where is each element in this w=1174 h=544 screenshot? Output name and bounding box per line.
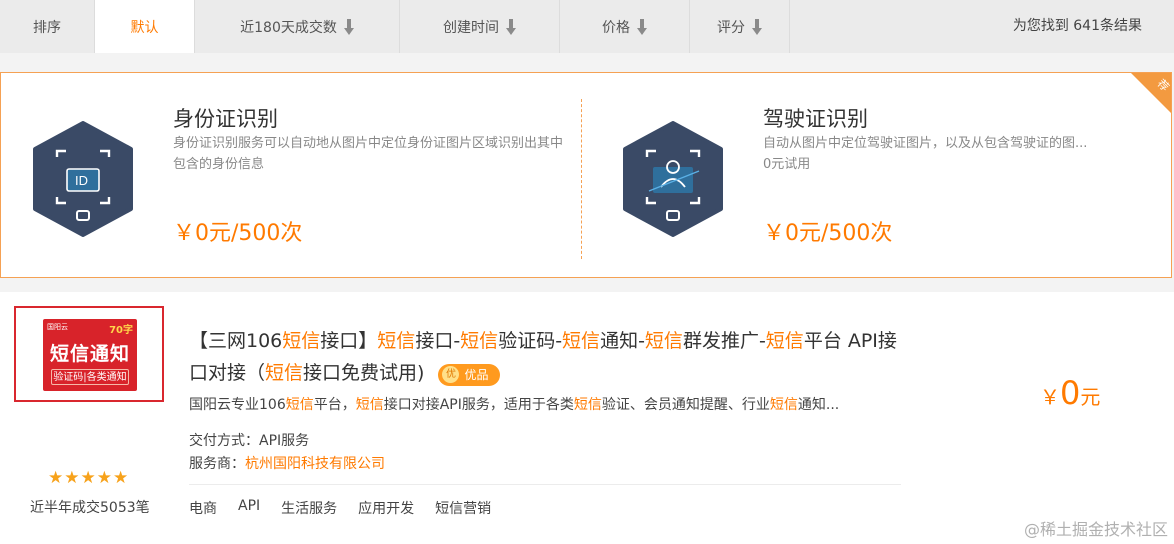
- desc-text: 验证、会员通知提醒、行业: [601, 397, 770, 413]
- title-text: 接口免费试用): [303, 362, 425, 384]
- sort-by-price[interactable]: 价格: [560, 0, 690, 53]
- title-text: 通知-: [600, 330, 645, 352]
- desc-text: 平台，: [313, 397, 356, 413]
- title-keyword: 短信: [562, 330, 601, 352]
- watermark: @稀土掘金技术社区: [1023, 520, 1168, 539]
- sort-by-sales-label: 近180天成交数: [240, 19, 337, 36]
- sort-default-label: 默认: [130, 19, 159, 36]
- tag-item[interactable]: 生活服务: [281, 498, 337, 518]
- desc-keyword: 短信: [573, 397, 602, 413]
- recommend-card-price: ￥0元/500次: [173, 221, 303, 246]
- result-count: 为您找到 641条结果: [1012, 18, 1142, 34]
- arrow-down-icon: [637, 18, 647, 35]
- tag-item[interactable]: API: [238, 498, 260, 518]
- title-keyword: 短信: [765, 330, 804, 352]
- title-keyword: 短信: [377, 330, 416, 352]
- recommend-card-license[interactable]: 驾驶证识别 自动从图片中定位驾驶证图片，以及从包含驾驶证的图... 0元试用 ￥…: [621, 73, 1171, 277]
- provider-link[interactable]: 杭州国阳科技有限公司: [245, 456, 385, 472]
- recommend-card-desc-line: 0元试用: [763, 157, 811, 172]
- delivery-value: API服务: [259, 433, 310, 449]
- sort-by-created-label: 创建时间: [443, 19, 499, 36]
- arrow-down-icon: [506, 18, 516, 35]
- recommend-card-desc-line: 自动从图片中定位驾驶证图片，以及从包含驾驶证的图...: [763, 136, 1088, 151]
- svg-text:ID: ID: [75, 173, 88, 188]
- recommend-panel: 荐 ID 身份证识别 身份证识别服务可以自动地从图片中定位身份证图片区域识别出其…: [0, 72, 1172, 278]
- provider-info: 服务商：杭州国阳科技有限公司: [189, 453, 385, 473]
- tag-list: 电商 API 生活服务 应用开发 短信营销: [189, 498, 512, 518]
- quality-badge-label: 优品: [464, 367, 489, 382]
- sort-bar: 排序 默认 近180天成交数 创建时间 价格 评分 为您找到 641条结果: [0, 0, 1174, 53]
- title-keyword: 短信: [644, 330, 683, 352]
- title-text: 【三网106: [189, 330, 283, 352]
- sort-label: 排序: [0, 0, 95, 53]
- rating-stars-icon: ★★★★★: [48, 468, 130, 488]
- desc-keyword: 短信: [355, 397, 384, 413]
- sort-by-rating-label: 评分: [717, 19, 745, 36]
- price-value: 0: [1060, 374, 1081, 412]
- arrow-down-icon: [752, 18, 762, 35]
- product-item: 国阳云 70字 短信通知 验证码|各类通知 ★★★★★ 近半年成交5053笔 【…: [0, 292, 1174, 544]
- product-thumbnail[interactable]: 国阳云 70字 短信通知 验证码|各类通知: [14, 306, 164, 402]
- desc-text: 接口对接API服务，适用于各类: [383, 397, 574, 413]
- title-keyword: 短信: [460, 330, 499, 352]
- sort-by-price-label: 价格: [602, 19, 630, 36]
- sort-default[interactable]: 默认: [95, 0, 195, 53]
- desc-text: 国阳云专业106: [189, 397, 286, 413]
- provider-label: 服务商：: [189, 456, 245, 472]
- product-image: 国阳云 70字 短信通知 验证码|各类通知: [43, 319, 137, 391]
- tag-item[interactable]: 电商: [189, 498, 217, 518]
- title-text: 接口-: [415, 330, 461, 352]
- title-text: 接口】: [320, 330, 378, 352]
- title-text: 群发推广-: [682, 330, 766, 352]
- recommend-card-price: ￥0元/500次: [763, 221, 893, 246]
- recommend-card-title: 驾驶证识别: [763, 107, 868, 131]
- delivery-label: 交付方式：: [189, 433, 259, 449]
- price-symbol: ￥: [1040, 385, 1060, 409]
- deal-count: 近半年成交5053笔: [30, 500, 150, 516]
- product-desc: 国阳云专业106短信平台，短信接口对接API服务，适用于各类短信验证、会员通知提…: [189, 394, 899, 414]
- thumb-main-text: 短信通知: [49, 343, 130, 365]
- quality-badge: 优优品: [438, 363, 501, 386]
- sort-by-created[interactable]: 创建时间: [400, 0, 560, 53]
- product-price: ￥0元: [1040, 374, 1100, 412]
- thumb-badge: 70字: [109, 325, 133, 336]
- recommend-card-title: 身份证识别: [173, 107, 278, 131]
- title-keyword: 短信: [265, 362, 304, 384]
- sort-by-sales[interactable]: 近180天成交数: [195, 0, 400, 53]
- divider: [189, 484, 901, 485]
- recommend-card-desc: 身份证识别服务可以自动地从图片中定位身份证图片区域识别出其中包含的身份信息: [173, 136, 564, 172]
- desc-keyword: 短信: [285, 397, 314, 413]
- recommend-card-id[interactable]: ID 身份证识别 身份证识别服务可以自动地从图片中定位身份证图片区域识别出其中包…: [31, 73, 591, 277]
- title-text: 验证码-: [498, 330, 563, 352]
- thumb-brand: 国阳云: [47, 323, 68, 331]
- recommend-card-desc: 自动从图片中定位驾驶证图片，以及从包含驾驶证的图... 0元试用: [763, 133, 1153, 175]
- desc-keyword: 短信: [769, 397, 798, 413]
- title-keyword: 短信: [282, 330, 321, 352]
- tag-item[interactable]: 短信营销: [435, 498, 491, 518]
- delivery-info: 交付方式：API服务: [189, 430, 309, 450]
- desc-text: 通知...: [797, 397, 840, 413]
- driver-license-scan-icon: [623, 121, 723, 237]
- price-unit: 元: [1080, 385, 1101, 409]
- quality-coin-icon: 优: [442, 366, 460, 383]
- thumb-sub-text: 验证码|各类通知: [51, 369, 129, 385]
- tag-item[interactable]: 应用开发: [358, 498, 414, 518]
- id-card-scan-icon: ID: [33, 121, 133, 237]
- arrow-down-icon: [343, 18, 354, 35]
- product-title[interactable]: 【三网106短信接口】短信接口-短信验证码-短信通知-短信群发推广-短信平台 A…: [189, 325, 909, 389]
- sort-by-rating[interactable]: 评分: [690, 0, 790, 53]
